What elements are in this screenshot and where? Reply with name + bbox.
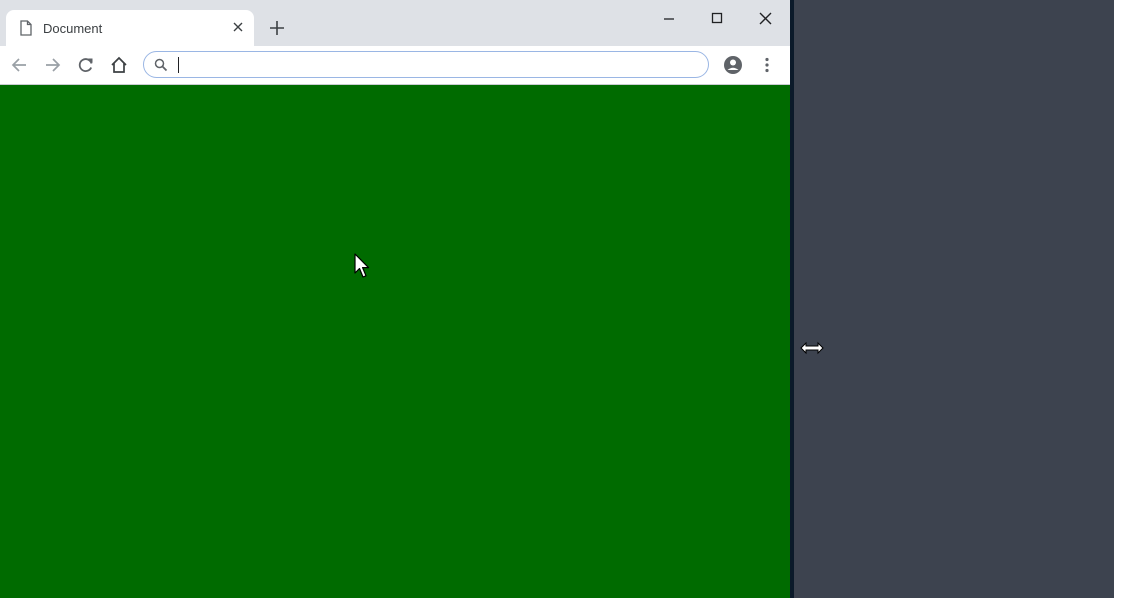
tab-document[interactable]: Document [6, 10, 254, 46]
document-icon [20, 20, 32, 36]
maximize-icon [711, 12, 723, 24]
arrow-right-icon [46, 58, 61, 72]
close-icon [759, 12, 771, 24]
horizontal-resize-cursor-icon [800, 341, 824, 355]
screen-margin [1114, 0, 1126, 598]
text-caret [178, 57, 179, 73]
minimize-button[interactable] [646, 4, 692, 32]
reload-icon [78, 58, 93, 72]
minimize-icon [664, 18, 674, 20]
home-icon [111, 56, 127, 73]
home-button[interactable] [108, 54, 130, 76]
tab-strip: Document [0, 0, 790, 46]
address-input[interactable] [176, 54, 696, 75]
maximize-button[interactable] [694, 4, 740, 32]
browser-menu-button[interactable] [756, 54, 778, 76]
page-content[interactable] [0, 85, 790, 598]
back-button[interactable] [8, 54, 30, 76]
close-icon [233, 22, 243, 32]
forward-button[interactable] [42, 54, 64, 76]
account-circle-icon [724, 56, 742, 74]
kebab-menu-icon [765, 57, 769, 73]
tab-close-button[interactable] [230, 19, 246, 35]
plus-icon [270, 21, 284, 35]
close-window-button[interactable] [742, 4, 788, 32]
reload-button[interactable] [75, 54, 97, 76]
arrow-cursor-icon [354, 253, 370, 278]
search-icon [154, 58, 168, 72]
browser-toolbar [0, 46, 790, 85]
desktop-background [794, 0, 1114, 598]
profile-button[interactable] [722, 54, 744, 76]
arrow-left-icon [11, 58, 26, 72]
browser-window: Document [0, 0, 790, 598]
tab-title: Document [43, 21, 103, 36]
screen: Document [0, 0, 1126, 598]
new-tab-button[interactable] [266, 17, 288, 39]
address-bar[interactable] [143, 51, 709, 78]
